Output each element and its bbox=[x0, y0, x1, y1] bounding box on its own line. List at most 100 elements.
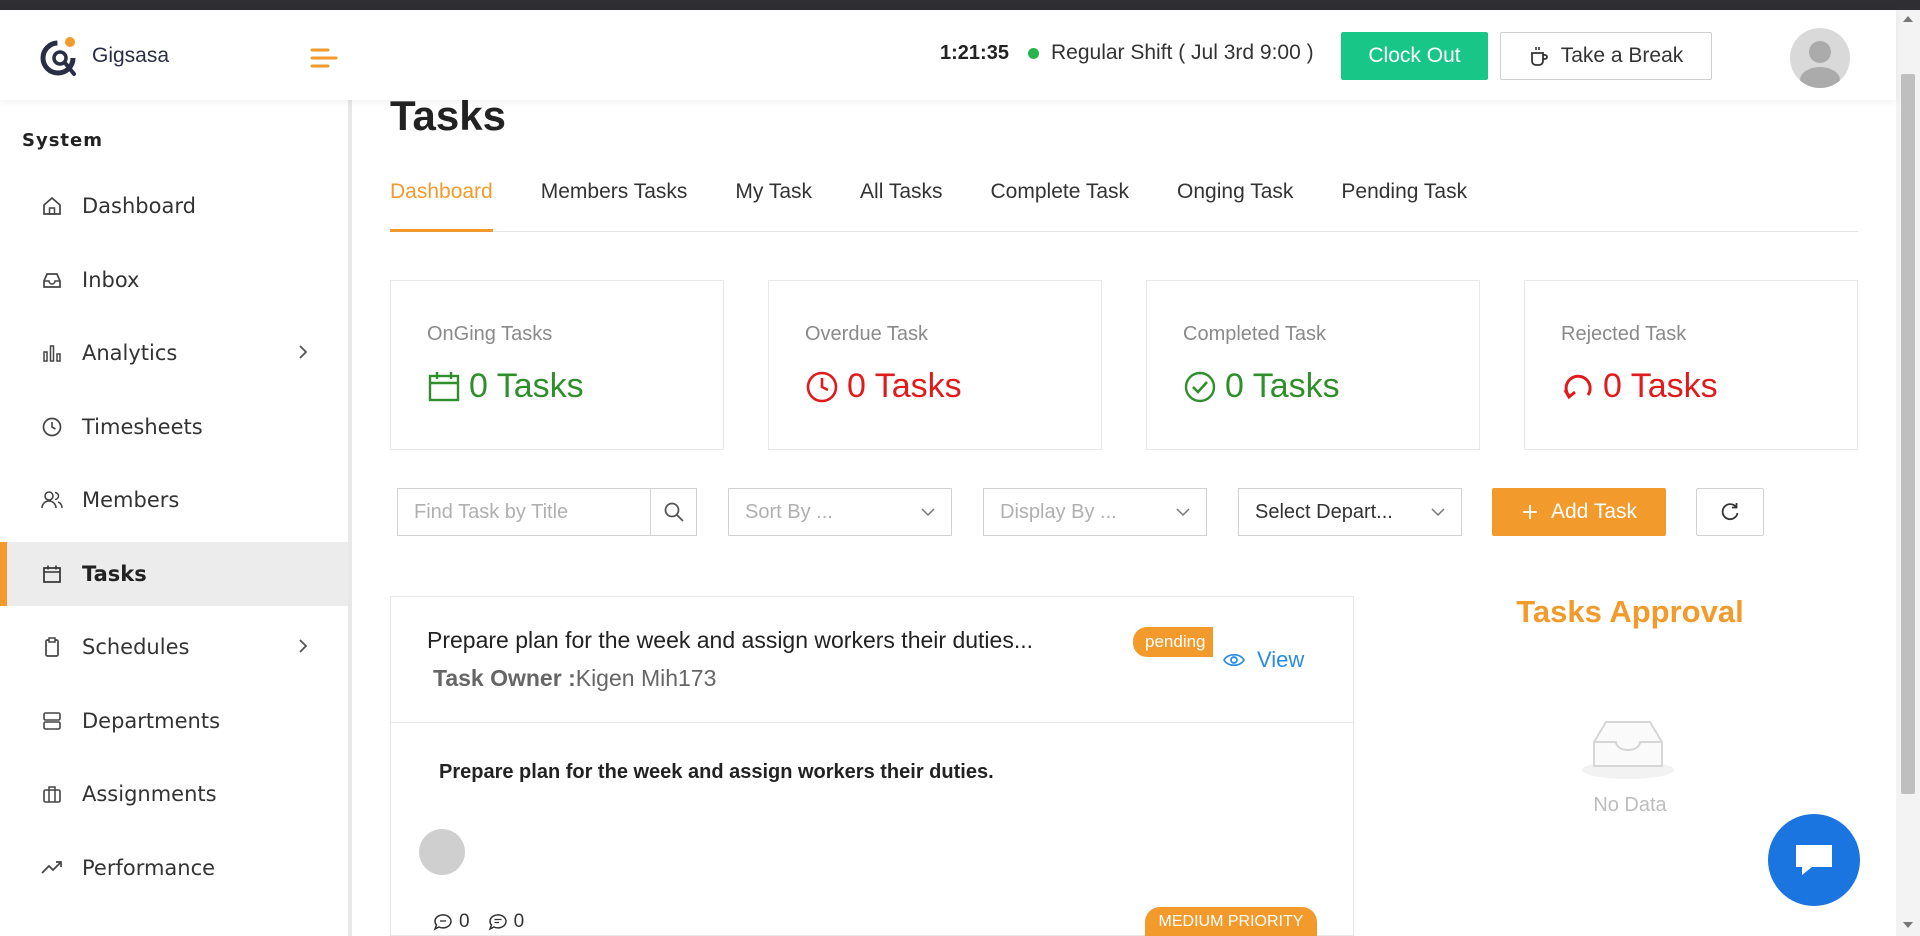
scroll-down-arrow-icon[interactable] bbox=[1903, 922, 1913, 928]
chevron-down-icon bbox=[1176, 508, 1190, 517]
sidebar-item-label: Performance bbox=[82, 855, 216, 880]
home-icon bbox=[40, 194, 64, 218]
sidebar-item-timesheets[interactable]: Timesheets bbox=[0, 395, 348, 459]
tab-all-tasks[interactable]: All Tasks bbox=[860, 180, 942, 231]
tab-complete-task[interactable]: Complete Task bbox=[991, 180, 1130, 231]
refresh-button[interactable] bbox=[1696, 488, 1764, 536]
gigsasa-logo-icon bbox=[40, 37, 76, 76]
display-by-select[interactable]: Display By ... bbox=[983, 488, 1207, 536]
sidebar-item-assignments[interactable]: Assignments bbox=[0, 762, 348, 826]
status-dot-icon bbox=[1028, 47, 1039, 59]
stat-value: 0 Tasks bbox=[805, 367, 962, 406]
sidebar-item-dashboard[interactable]: Dashboard bbox=[0, 174, 348, 238]
stat-value-text: 0 Tasks bbox=[469, 367, 584, 405]
messages-count[interactable]: 0 bbox=[488, 911, 525, 933]
sidebar-item-performance[interactable]: Performance bbox=[0, 836, 348, 900]
search-icon bbox=[664, 502, 684, 522]
chat-button[interactable] bbox=[1768, 814, 1860, 906]
task-owner-label: Task Owner : bbox=[433, 665, 576, 691]
app-name: Gigsasa bbox=[92, 44, 170, 67]
sidebar-item-label: Analytics bbox=[82, 341, 178, 365]
calendar-icon bbox=[40, 562, 64, 586]
server-icon bbox=[40, 709, 64, 733]
comments-count-value: 0 bbox=[459, 911, 470, 932]
scrollbar-thumb[interactable] bbox=[1901, 74, 1915, 794]
add-task-label: Add Task bbox=[1551, 500, 1637, 523]
check-circle-icon bbox=[1184, 371, 1216, 402]
no-data-text: No Data bbox=[1593, 794, 1667, 816]
sidebar-item-analytics[interactable]: Analytics bbox=[0, 321, 348, 385]
empty-inbox-icon bbox=[1582, 721, 1674, 779]
bar-chart-icon bbox=[40, 341, 64, 365]
priority-badge: MEDIUM PRIORITY bbox=[1145, 907, 1317, 936]
sidebar-item-label: Members bbox=[82, 488, 180, 512]
clock-icon bbox=[40, 415, 64, 439]
take-break-label: Take a Break bbox=[1560, 44, 1684, 67]
assignee-avatar[interactable] bbox=[419, 829, 465, 875]
app-logo[interactable]: Gigsasa bbox=[36, 32, 169, 80]
messages-count-value: 0 bbox=[513, 911, 525, 932]
shift-label: Regular Shift ( Jul 3rd 9:00 ) bbox=[1051, 41, 1314, 64]
task-card: Prepare plan for the week and assign wor… bbox=[390, 596, 1354, 936]
task-owner-name: Kigen Mih173 bbox=[575, 665, 717, 691]
stat-card-rejected: Rejected Task 0 Tasks bbox=[1524, 280, 1858, 450]
sort-by-select[interactable]: Sort By ... bbox=[728, 488, 952, 536]
sidebar-item-inbox[interactable]: Inbox bbox=[0, 248, 348, 312]
tasks-approval-title: Tasks Approval bbox=[1516, 594, 1744, 629]
inbox-icon bbox=[40, 268, 64, 292]
clock-out-button[interactable]: Clock Out bbox=[1341, 32, 1488, 80]
trend-icon bbox=[40, 856, 64, 880]
tab-members-tasks[interactable]: Members Tasks bbox=[541, 180, 688, 231]
scroll-up-arrow-icon[interactable] bbox=[1903, 16, 1913, 22]
stat-label: Overdue Task bbox=[805, 323, 929, 345]
calendar-icon bbox=[428, 371, 460, 401]
search-input[interactable] bbox=[398, 489, 650, 535]
stat-value: 0 Tasks bbox=[427, 367, 584, 406]
tab-pending-task[interactable]: Pending Task bbox=[1341, 180, 1467, 231]
users-icon bbox=[40, 488, 64, 512]
stat-value: 0 Tasks bbox=[1183, 367, 1340, 406]
tab-my-task[interactable]: My Task bbox=[735, 180, 812, 231]
task-card-header: Prepare plan for the week and assign wor… bbox=[391, 597, 1353, 723]
task-owner: Task Owner :Kigen Mih173 bbox=[433, 665, 716, 692]
briefcase-icon bbox=[40, 782, 64, 806]
message-icon bbox=[488, 914, 507, 931]
clipboard-icon bbox=[40, 635, 64, 659]
stat-value-text: 0 Tasks bbox=[847, 367, 962, 405]
page-scrollbar[interactable] bbox=[1896, 10, 1920, 936]
take-break-button[interactable]: Take a Break bbox=[1500, 32, 1712, 80]
sidebar-section-title: System bbox=[22, 130, 103, 151]
sidebar-item-label: Timesheets bbox=[82, 414, 203, 439]
sidebar-item-tasks[interactable]: Tasks bbox=[0, 541, 348, 606]
stat-label: OnGing Tasks bbox=[427, 323, 553, 345]
sidebar-item-label: Inbox bbox=[82, 267, 140, 292]
reload-icon bbox=[1563, 374, 1592, 399]
department-value: Select Depart... bbox=[1255, 500, 1393, 523]
stat-value: 0 Tasks bbox=[1561, 367, 1718, 406]
view-label: View bbox=[1257, 647, 1305, 672]
search-button[interactable] bbox=[650, 489, 696, 535]
task-tabs: Dashboard Members Tasks My Task All Task… bbox=[390, 180, 1858, 232]
sidebar-item-label: Schedules bbox=[82, 635, 190, 659]
user-silhouette-icon bbox=[1800, 41, 1840, 88]
shift-timer: 1:21:35 bbox=[940, 42, 1009, 64]
comments-count[interactable]: 0 bbox=[433, 911, 470, 933]
menu-toggle-icon[interactable] bbox=[310, 46, 340, 70]
sidebar-item-members[interactable]: Members bbox=[0, 468, 348, 532]
coffee-cup-icon bbox=[1530, 47, 1548, 66]
tab-onging-task[interactable]: Onging Task bbox=[1177, 180, 1293, 231]
tab-dashboard[interactable]: Dashboard bbox=[390, 180, 493, 232]
sidebar-item-schedules[interactable]: Schedules bbox=[0, 615, 348, 679]
status-badge: pending bbox=[1133, 627, 1213, 657]
view-task-link[interactable]: View bbox=[1223, 647, 1304, 673]
user-avatar[interactable] bbox=[1790, 28, 1850, 88]
sidebar-item-label: Departments bbox=[82, 708, 221, 733]
sidebar-item-departments[interactable]: Departments bbox=[0, 689, 348, 753]
eye-icon bbox=[1223, 653, 1245, 667]
stat-value-text: 0 Tasks bbox=[1225, 367, 1340, 405]
sidebar-nav: Dashboard Inbox Analytics Timesheets Mem… bbox=[0, 174, 348, 909]
chevron-down-icon bbox=[921, 508, 935, 517]
task-search bbox=[397, 488, 697, 536]
add-task-button[interactable]: Add Task bbox=[1492, 488, 1666, 536]
department-select[interactable]: Select Depart... bbox=[1238, 488, 1462, 536]
